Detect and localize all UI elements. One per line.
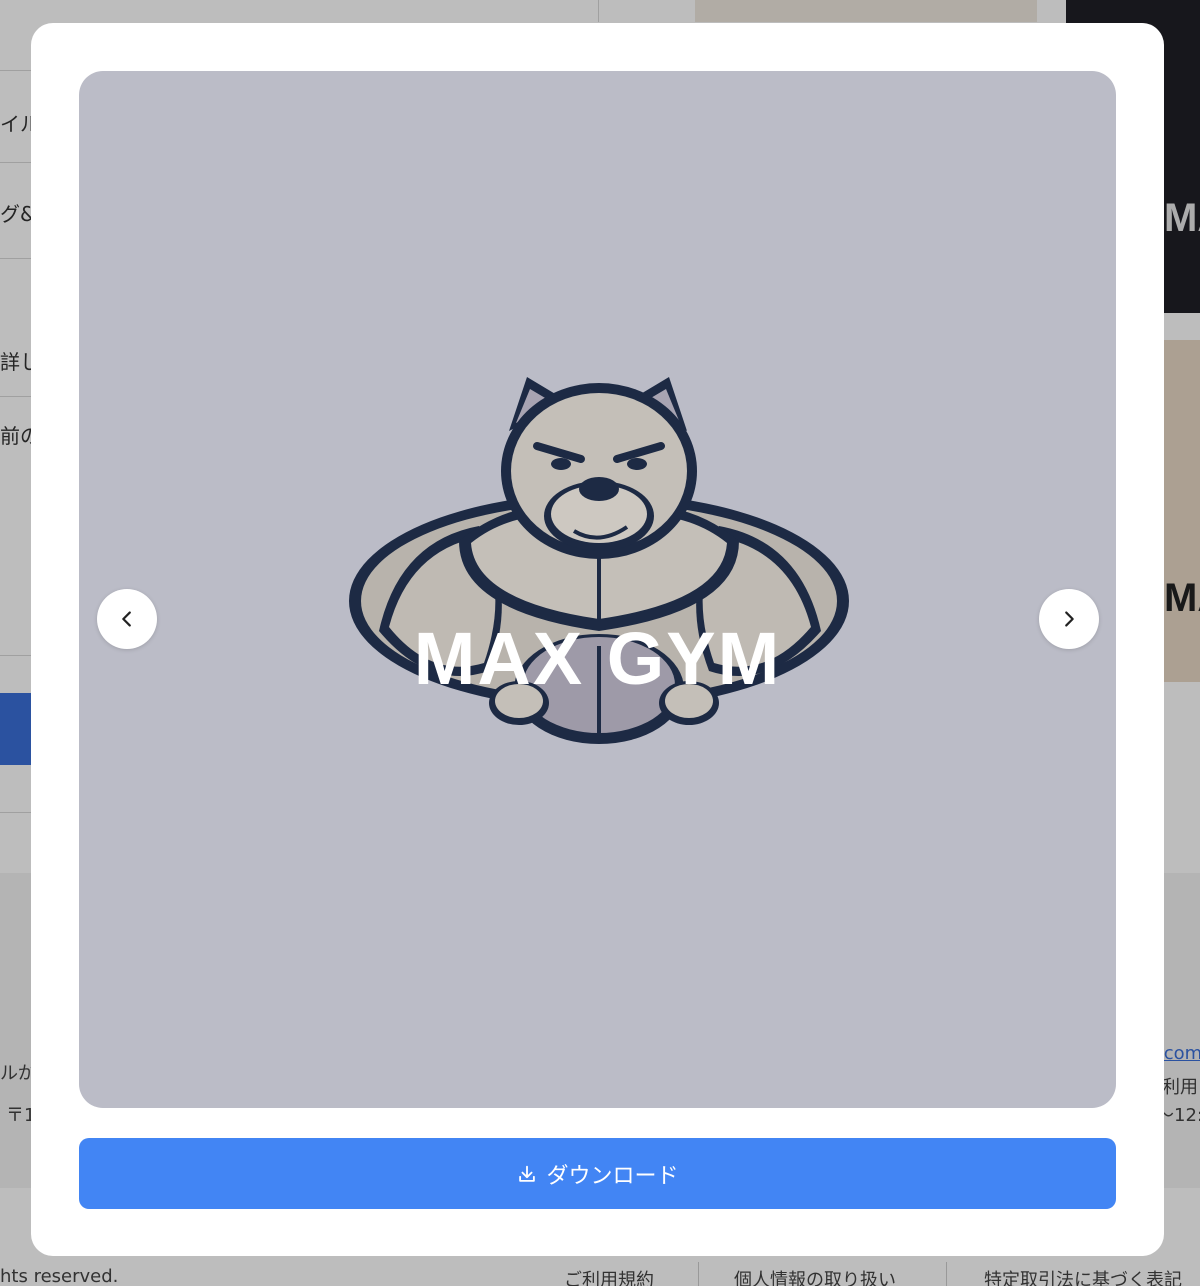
download-icon bbox=[519, 1165, 536, 1182]
logo-text: MAX GYM bbox=[413, 617, 782, 700]
download-button-label: ダウンロード bbox=[546, 1163, 679, 1189]
bulldog-mascot-icon bbox=[349, 377, 849, 744]
previous-image-button[interactable] bbox=[97, 589, 157, 649]
download-button[interactable]: ダウンロード bbox=[79, 1138, 1116, 1209]
image-preview-modal: MAX GYM ダウンロード bbox=[31, 23, 1164, 1256]
next-image-button[interactable] bbox=[1039, 589, 1099, 649]
preview-image: MAX GYM bbox=[79, 71, 1116, 1108]
chevron-right-icon bbox=[1065, 611, 1074, 627]
chevron-left-icon bbox=[122, 611, 131, 627]
